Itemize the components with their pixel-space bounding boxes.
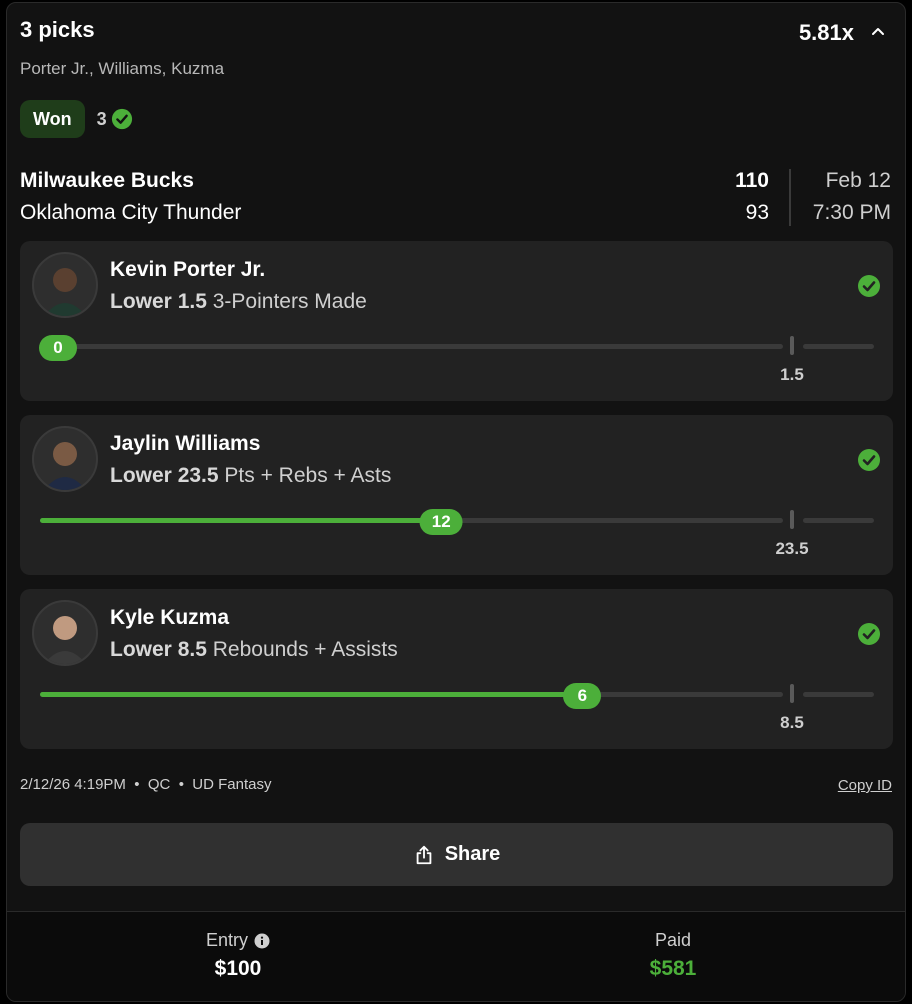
entry-timestamp: 2/12/26 4:19PM	[20, 776, 126, 793]
picks-title: 3 picks	[20, 17, 95, 42]
progress-track	[40, 692, 783, 697]
progress-track-overflow	[803, 692, 874, 697]
pick-card[interactable]: Jaylin Williams Lower 23.5 Pts + Rebs + …	[20, 415, 893, 575]
pick-card[interactable]: Kevin Porter Jr. Lower 1.5 3-Pointers Ma…	[20, 241, 893, 401]
share-icon	[416, 845, 432, 864]
progress-track-overflow	[803, 344, 874, 349]
game-time: 7:30 PM	[812, 201, 891, 224]
actual-value-pill: 0	[39, 335, 77, 361]
avatar	[32, 252, 98, 318]
game-info: Milwaukee Bucks Oklahoma City Thunder 11…	[20, 169, 892, 229]
entry-label: Entry	[205, 930, 248, 950]
team-away: Oklahoma City Thunder	[20, 201, 242, 224]
paid-column: Paid $581	[523, 930, 823, 981]
progress-fill	[40, 518, 442, 523]
separator: •	[130, 776, 144, 793]
pick-line-value: 23.5	[177, 464, 219, 487]
payout-multiplier: 5.81x	[798, 20, 854, 45]
progress-track	[40, 518, 783, 523]
progress-track-overflow	[803, 518, 874, 523]
avatar	[32, 426, 98, 492]
line-marker	[790, 684, 794, 703]
avatar	[32, 600, 98, 666]
pick-direction: Lower	[110, 290, 172, 313]
actual-value-pill: 6	[563, 683, 602, 709]
line-label: 23.5	[775, 539, 809, 558]
pick-direction: Lower	[110, 464, 172, 487]
entry-value: $100	[214, 957, 262, 980]
wins-count: 3	[96, 108, 107, 129]
line-label: 1.5	[780, 365, 804, 384]
players-summary: Porter Jr., Williams, Kuzma	[20, 59, 225, 78]
line-marker	[790, 510, 794, 529]
paid-label: Paid	[654, 930, 692, 950]
share-button[interactable]: Share	[20, 823, 893, 886]
pick-direction: Lower	[110, 638, 172, 661]
share-label: Share	[444, 843, 501, 865]
progress-fill	[40, 692, 583, 697]
player-name: Jaylin Williams	[110, 432, 261, 455]
pick-stat: Rebounds + Assists	[212, 638, 398, 661]
player-name: Kevin Porter Jr.	[110, 258, 266, 281]
progress-track	[40, 344, 783, 349]
actual-value-pill: 12	[419, 509, 463, 535]
entry-header[interactable]: 3 picks 5.81x	[20, 17, 892, 45]
check-circle-icon	[858, 449, 880, 471]
status-row: Won 3	[20, 100, 133, 138]
pick-line-value: 1.5	[177, 290, 207, 313]
line-marker	[790, 336, 794, 355]
chevron-up-icon[interactable]	[868, 21, 888, 41]
score-home: 110	[735, 169, 769, 192]
pick-card[interactable]: Kyle Kuzma Lower 8.5 Rebounds + Assists …	[20, 589, 893, 749]
entry-meta: 2/12/26 4:19PM • QC • UD Fantasy	[20, 776, 272, 793]
entry-label-row: Entry	[206, 930, 270, 951]
check-circle-icon	[111, 108, 132, 130]
player-name: Kyle Kuzma	[110, 606, 230, 629]
divider	[789, 169, 791, 226]
score-away: 93	[745, 201, 769, 224]
pick-line: Lower 1.5 3-Pointers Made	[110, 290, 367, 314]
payout-summary: Entry $100 Paid $581	[7, 911, 905, 1001]
line-label: 8.5	[780, 713, 804, 732]
check-circle-icon	[858, 623, 880, 645]
team-home: Milwaukee Bucks	[20, 169, 194, 192]
separator: •	[174, 776, 189, 793]
entry-region: QC	[147, 776, 171, 793]
status-badge: Won	[20, 100, 85, 138]
game-date: Feb 12	[825, 169, 891, 192]
pick-line: Lower 8.5 Rebounds + Assists	[110, 638, 398, 662]
entry-platform: UD Fantasy	[192, 776, 272, 793]
entry-column: Entry $100	[88, 930, 388, 981]
paid-value: $581	[649, 957, 697, 980]
check-circle-icon	[858, 275, 880, 297]
copy-id-link[interactable]: Copy ID	[838, 777, 892, 794]
info-icon[interactable]	[254, 933, 270, 949]
pick-stat: Pts + Rebs + Asts	[224, 464, 392, 487]
pick-stat: 3-Pointers Made	[212, 290, 367, 313]
pick-line-value: 8.5	[177, 638, 207, 661]
pick-line: Lower 23.5 Pts + Rebs + Asts	[110, 464, 391, 488]
entry-card: 3 picks 5.81x Porter Jr., Williams, Kuzm…	[6, 2, 906, 1002]
